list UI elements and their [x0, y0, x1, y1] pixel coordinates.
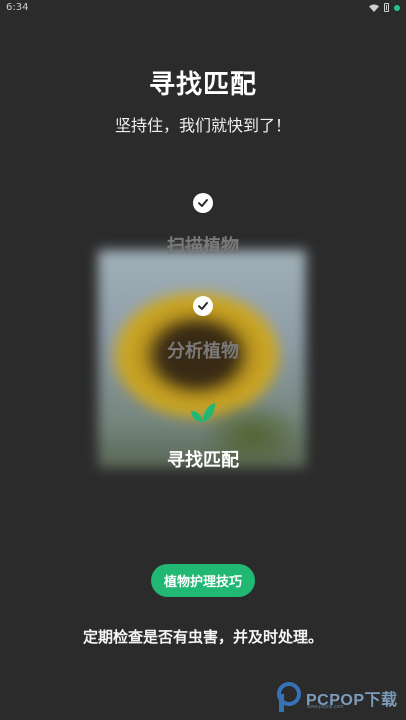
step-find-match: 寻找匹配 — [167, 450, 239, 471]
care-tip-text: 定期检查是否有虫害，并及时处理。 — [82, 628, 323, 646]
notification-dot — [394, 4, 400, 11]
check-circle-icon — [193, 193, 213, 213]
status-icons — [369, 3, 400, 12]
wifi-icon — [369, 4, 379, 12]
leaf-icon — [190, 402, 216, 424]
battery-icon — [384, 3, 389, 12]
watermark-logo: PCPOP下载 www.pcpop.com — [276, 680, 400, 716]
step-analyze-plant: 分析植物 — [167, 341, 239, 362]
check-circle-icon — [193, 296, 213, 316]
page-subtitle: 坚持住，我们就快到了！ — [114, 116, 291, 135]
watermark-subtext: www.pcpop.com — [307, 704, 344, 710]
plant-care-tips-button[interactable]: 植物护理技巧 — [151, 564, 255, 597]
step-scan-plant: 扫描植物 — [167, 236, 239, 257]
status-time: 6:34 — [6, 2, 29, 13]
page-title: 寻找匹配 — [148, 70, 257, 100]
status-bar: 6:34 — [0, 0, 406, 16]
